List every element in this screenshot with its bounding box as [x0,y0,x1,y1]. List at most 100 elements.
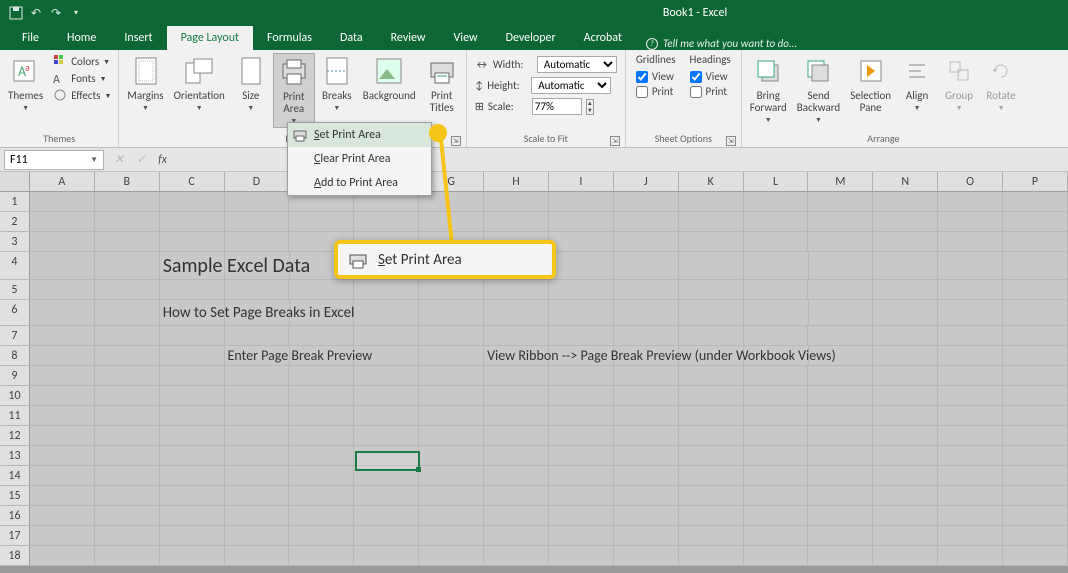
cell[interactable] [419,406,484,425]
cell[interactable] [809,252,874,279]
cell[interactable] [160,526,225,545]
cell[interactable] [549,192,614,211]
cell[interactable] [873,406,938,425]
cell[interactable] [873,526,938,545]
cell[interactable] [679,386,744,405]
enter-icon[interactable]: ✓ [130,152,152,167]
cell[interactable] [95,326,160,345]
width-select[interactable]: Automatic [537,56,617,73]
cell[interactable]: How to Set Page Breaks in Excel [160,300,225,325]
cell[interactable] [873,252,938,279]
cell[interactable] [289,386,354,405]
cell[interactable] [354,212,419,231]
cell[interactable] [354,486,419,505]
row-header[interactable]: 12 [0,426,30,445]
col-header[interactable]: I [549,172,614,191]
cell[interactable] [679,232,744,251]
cell[interactable] [679,252,744,279]
cell[interactable] [225,386,290,405]
cell[interactable] [1003,426,1068,445]
cell[interactable] [95,300,160,325]
cell[interactable] [354,300,419,325]
cell[interactable] [160,232,225,251]
row-header[interactable]: 3 [0,232,30,251]
cell[interactable] [614,386,679,405]
cell[interactable] [873,506,938,525]
tab-review[interactable]: Review [377,26,440,50]
cell[interactable] [95,406,160,425]
cell[interactable] [873,546,938,565]
cell[interactable] [614,406,679,425]
cell[interactable] [484,192,549,211]
cell[interactable] [1003,526,1068,545]
spreadsheet-grid[interactable]: A B C D E F G H I J K L M N O P 1234Samp… [0,172,1068,566]
cell[interactable] [614,466,679,485]
cell[interactable] [938,252,1003,279]
cell[interactable] [160,280,225,299]
cell[interactable] [744,280,809,299]
cell[interactable]: Enter Page Break Preview [225,346,290,365]
cell[interactable] [1003,192,1068,211]
col-header[interactable]: L [744,172,809,191]
cell[interactable] [744,386,809,405]
cell[interactable] [354,446,419,465]
tab-data[interactable]: Data [326,26,377,50]
headings-print-checkbox[interactable]: Print [690,85,731,98]
redo-icon[interactable]: ↷ [48,5,64,21]
tab-page-layout[interactable]: Page Layout [167,26,253,50]
cell[interactable] [679,326,744,345]
cell[interactable] [484,506,549,525]
cell[interactable] [289,326,354,345]
cell[interactable] [30,280,95,299]
cell[interactable] [1003,406,1068,425]
cell[interactable] [30,326,95,345]
cell[interactable] [938,406,1003,425]
cell[interactable] [614,426,679,445]
cell[interactable] [419,526,484,545]
cell[interactable] [225,366,290,385]
cell[interactable] [614,546,679,565]
tab-home[interactable]: Home [53,26,110,50]
margins-button[interactable]: Margins▼ [123,53,167,114]
cell[interactable]: Sample Excel Data [160,252,225,279]
cell[interactable] [1003,366,1068,385]
cell[interactable] [354,426,419,445]
row-header[interactable]: 14 [0,466,30,485]
cell[interactable] [419,300,484,325]
cell[interactable] [95,386,160,405]
cell[interactable] [419,506,484,525]
cell[interactable] [95,506,160,525]
cell[interactable] [938,366,1003,385]
cell[interactable] [744,506,809,525]
cell[interactable] [808,426,873,445]
cell[interactable] [614,252,679,279]
cell[interactable] [614,366,679,385]
cell[interactable] [938,300,1003,325]
cell[interactable] [160,406,225,425]
cell[interactable] [419,280,484,299]
cell[interactable] [289,426,354,445]
row-header[interactable]: 4 [0,252,30,279]
align-button[interactable]: Align▼ [897,53,937,114]
cell[interactable] [1003,212,1068,231]
cell[interactable] [225,326,290,345]
cell[interactable] [225,280,290,299]
cell[interactable] [614,212,679,231]
cell[interactable] [160,346,225,365]
cell[interactable] [95,212,160,231]
col-header[interactable]: D [225,172,290,191]
cell[interactable] [873,466,938,485]
cell[interactable] [549,300,614,325]
col-header[interactable]: O [938,172,1003,191]
background-button[interactable]: Background [359,53,420,104]
cell[interactable] [30,346,95,365]
set-print-area-item[interactable]: Set Print Area [288,123,431,147]
cell[interactable] [808,526,873,545]
cell[interactable] [614,280,679,299]
selection-pane-button[interactable]: Selection Pane [846,53,895,116]
cell[interactable] [289,280,354,299]
cell[interactable] [160,426,225,445]
cell[interactable] [744,466,809,485]
cell[interactable] [679,192,744,211]
cell[interactable] [419,426,484,445]
